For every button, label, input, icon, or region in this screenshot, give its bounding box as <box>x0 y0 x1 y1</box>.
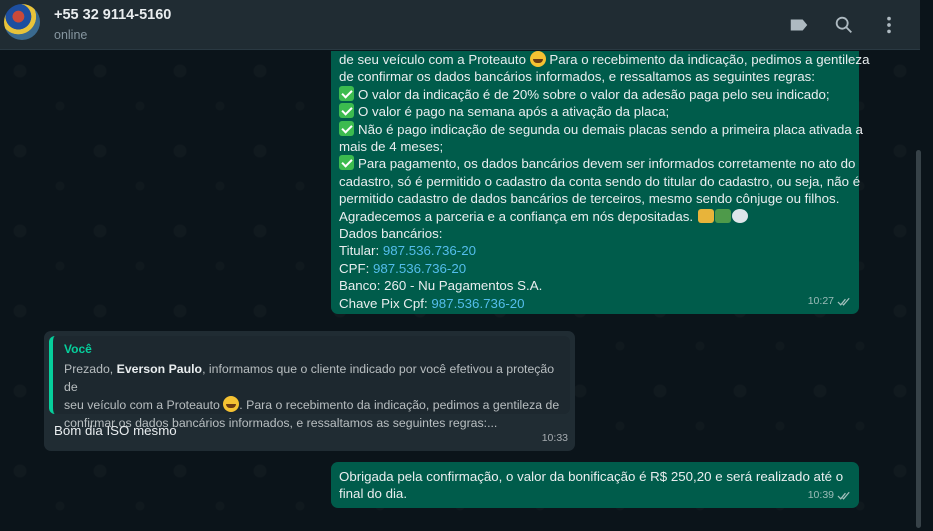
scrollbar-thumb[interactable] <box>916 150 921 528</box>
message-line: de seu veículo com a Proteauto Para o re… <box>339 51 870 67</box>
cpf-link[interactable]: 987.536.736-20 <box>383 243 476 258</box>
message-line: cadastro, só é permitido o cadastro da c… <box>339 173 861 189</box>
label-icon[interactable] <box>788 14 810 36</box>
message-bubble-incoming[interactable]: Você Prezado, Everson Paulo, informamos … <box>44 331 575 451</box>
message-line: Obrigada pela confirmação, o valor da bo… <box>339 469 844 484</box>
quote-text: Prezado, Everson Paulo, informamos que o… <box>64 362 560 430</box>
smile-emoji-icon <box>529 51 546 67</box>
check-mark-icon <box>339 120 354 136</box>
handshake-emoji-icon <box>697 208 714 223</box>
message-line: Banco: 260 - Nu Pagamentos S.A. <box>339 278 543 294</box>
message-time: 10:33 <box>541 431 568 444</box>
quoted-message[interactable]: Você Prezado, Everson Paulo, informamos … <box>49 336 570 430</box>
message-line: mais de 4 meses; <box>339 139 444 155</box>
message-line: O valor é pago na semana após a ativação… <box>339 103 851 120</box>
quote-author: Você <box>64 342 92 356</box>
smile-emoji-icon <box>223 396 240 412</box>
message-time: 10:39 <box>807 488 834 501</box>
message-line: final do dia. <box>339 486 408 502</box>
message-bubble-outgoing[interactable]: de seu veículo com a Proteauto Para o re… <box>331 51 870 314</box>
message-time: 10:27 <box>807 294 834 307</box>
search-icon[interactable] <box>833 14 855 36</box>
cpf-link[interactable]: 987.536.736-20 <box>373 261 466 276</box>
message-line: Chave Pix Cpf: 987.536.736-20 <box>339 295 525 311</box>
message-line: Não é pago indicação de segunda ou demai… <box>339 120 863 138</box>
cloud-emoji-icon <box>731 208 748 223</box>
check-mark-icon <box>339 85 354 101</box>
message-line: de confirmar os dados bancários informad… <box>339 69 815 85</box>
message-bubble-outgoing[interactable]: Obrigada pela confirmação, o valor da bo… <box>331 462 859 508</box>
chat-panel: de seu veículo com a Proteauto Para o re… <box>0 51 920 531</box>
message-line: O valor da indicação é de 20% sobre o va… <box>339 85 851 103</box>
message-meta: 10:39 <box>808 487 852 504</box>
message-line: Dados bancários: <box>339 226 443 242</box>
message-line: permitido cadastro de dados bancários de… <box>339 191 840 207</box>
scrollbar-track[interactable] <box>920 51 933 531</box>
read-ticks-icon <box>837 296 852 307</box>
avatar[interactable] <box>4 4 40 40</box>
contact-status: online <box>54 28 88 42</box>
contact-name[interactable]: +55 32 9114-5160 <box>54 7 171 23</box>
check-mark-icon <box>339 155 354 171</box>
message-meta: 10:27 <box>808 293 852 310</box>
message-line: Para pagamento, os dados bancários devem… <box>339 155 855 172</box>
chat-header: +55 32 9114-5160 online <box>0 0 920 50</box>
message-line: Agradecemos a parceria e a confiança em … <box>339 208 851 225</box>
menu-icon[interactable] <box>878 14 900 36</box>
read-ticks-icon <box>837 490 852 501</box>
check-mark-icon <box>339 103 354 119</box>
message-meta: 10:33 <box>542 430 568 447</box>
cpf-link[interactable]: 987.536.736-20 <box>431 296 524 311</box>
message-line: CPF: 987.536.736-20 <box>339 260 467 276</box>
truck-emoji-icon <box>714 208 731 223</box>
message-line: Titular: 987.536.736-20 <box>339 243 477 259</box>
